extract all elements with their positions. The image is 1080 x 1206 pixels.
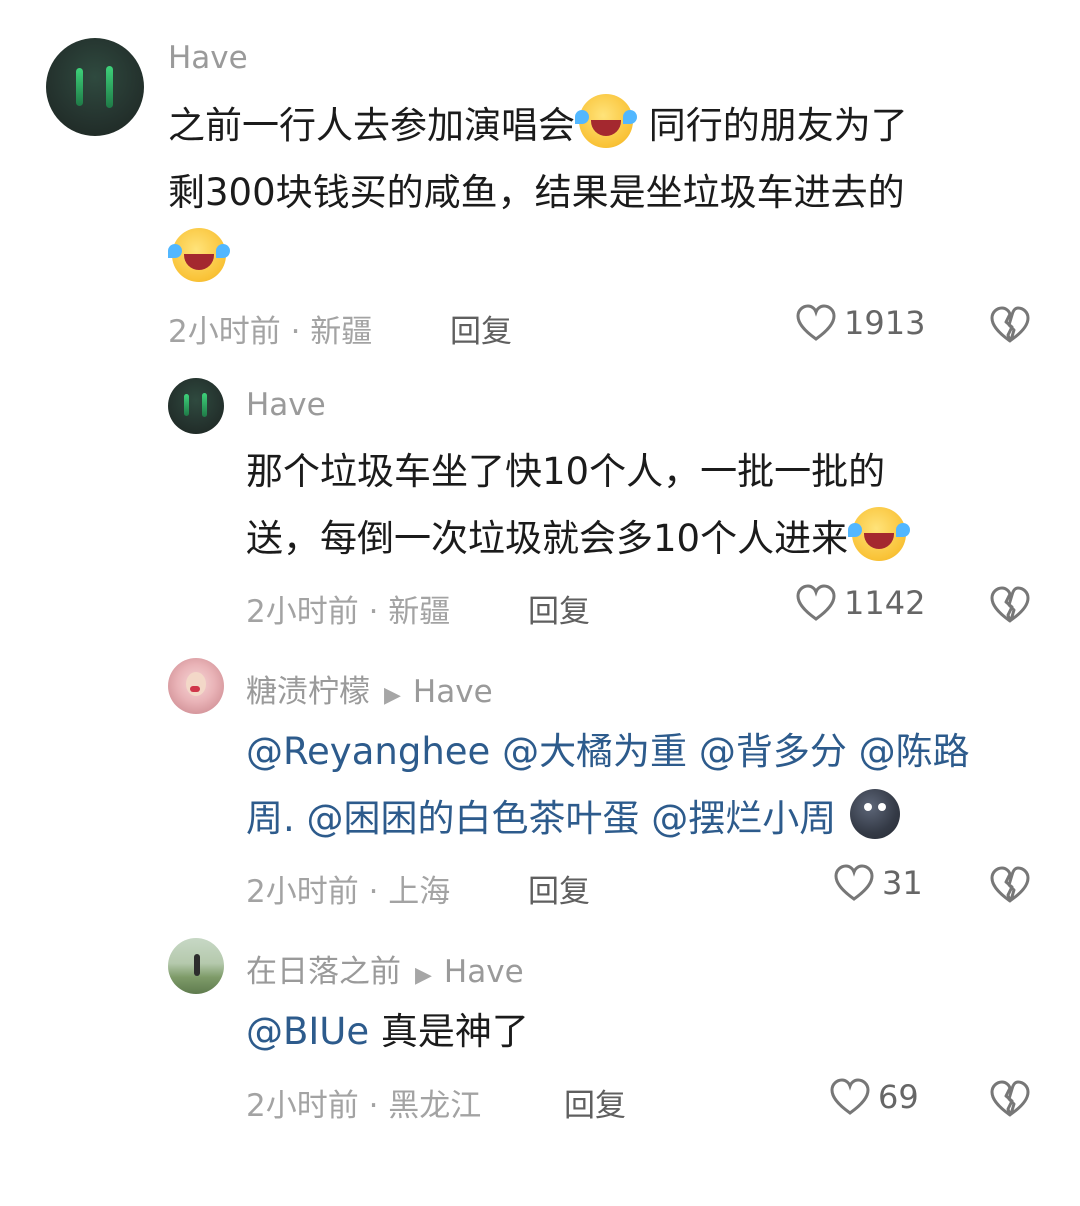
like-count: 31 — [882, 864, 923, 902]
broken-heart-icon[interactable] — [990, 306, 1030, 344]
broken-heart-icon[interactable] — [990, 866, 1030, 904]
laughing-crying-emoji-icon — [168, 228, 226, 282]
username[interactable]: Have — [168, 40, 248, 76]
comment-meta: 2小时前 · 黑龙江 — [246, 1088, 482, 1124]
reply-arrow-icon: ▶ — [384, 683, 401, 708]
dark-face-emoji-icon — [850, 789, 901, 839]
avatar[interactable] — [168, 938, 224, 994]
reply-button[interactable]: 回复 — [528, 586, 590, 631]
username[interactable]: Have — [246, 387, 326, 423]
like-count: 1142 — [844, 584, 926, 622]
like-count: 69 — [878, 1078, 919, 1116]
like-count: 1913 — [844, 304, 926, 342]
laughing-crying-emoji-icon — [848, 507, 907, 561]
like-button[interactable]: 1142 — [796, 584, 925, 622]
heart-outline-icon — [830, 1078, 870, 1115]
mention-link[interactable]: @BIUe — [246, 1010, 369, 1053]
mention-link[interactable]: 周. — [246, 797, 295, 840]
like-button[interactable]: 1913 — [796, 304, 925, 342]
mention-link[interactable]: @困困的白色茶叶蛋 — [307, 797, 640, 840]
like-button[interactable]: 31 — [834, 864, 923, 902]
avatar[interactable] — [168, 658, 224, 714]
broken-heart-icon[interactable] — [990, 586, 1030, 624]
reply-target[interactable]: Have — [444, 954, 524, 990]
laughing-crying-emoji-icon — [575, 94, 633, 148]
heart-outline-icon — [796, 584, 836, 621]
mention-link[interactable]: @陈路 — [859, 730, 970, 773]
mention-link[interactable]: @大橘为重 — [502, 730, 687, 773]
heart-outline-icon — [834, 864, 874, 901]
comment-meta: 2小时前 · 上海 — [246, 874, 451, 910]
reply-author[interactable]: 在日落之前 — [246, 954, 401, 990]
comment-meta: 2小时前 · 新疆 — [168, 314, 373, 350]
username: 糖渍柠檬 ▶ Have — [246, 666, 493, 711]
username: 在日落之前 ▶ Have — [246, 946, 524, 991]
broken-heart-icon[interactable] — [990, 1080, 1030, 1118]
avatar[interactable] — [168, 378, 224, 434]
reply-button[interactable]: 回复 — [450, 306, 512, 351]
mention-link[interactable]: @摆烂小周 — [651, 797, 836, 840]
reply-arrow-icon: ▶ — [415, 963, 432, 988]
like-button[interactable]: 69 — [830, 1078, 919, 1116]
comment-text: 之前一行人去参加演唱会 同行的朋友为了 剩300块钱买的咸鱼，结果是坐垃圾车进去… — [168, 92, 1048, 293]
comment-text: 那个垃圾车坐了快10个人，一批一批的 送，每倒一次垃圾就会多10个人进来 — [246, 438, 1046, 572]
reply-button[interactable]: 回复 — [564, 1080, 626, 1125]
reply-author[interactable]: 糖渍柠檬 — [246, 674, 370, 710]
comment-meta: 2小时前 · 新疆 — [246, 594, 451, 630]
comment-text: @Reyanghee @大橘为重 @背多分 @陈路 周. @困困的白色茶叶蛋 @… — [246, 718, 1066, 852]
mention-link[interactable]: @Reyanghee — [246, 730, 490, 773]
comment-text: @BIUe 真是神了 — [246, 1010, 529, 1053]
avatar[interactable] — [46, 38, 144, 136]
reply-button[interactable]: 回复 — [528, 866, 590, 911]
heart-outline-icon — [796, 304, 836, 341]
mention-link[interactable]: @背多分 — [699, 730, 847, 773]
reply-target[interactable]: Have — [413, 674, 493, 710]
